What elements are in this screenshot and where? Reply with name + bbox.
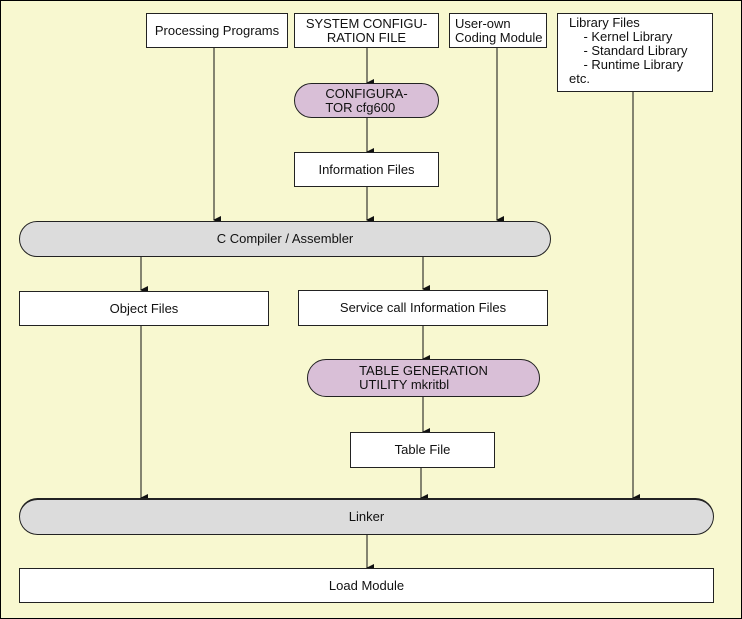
linker-label: Linker (348, 509, 385, 524)
information-files-node: Information Files (294, 152, 439, 187)
configurator-node: CONFIGURA- TOR cfg600 (294, 83, 439, 118)
service-call-info-files-label: Service call Information Files (339, 300, 507, 315)
build-flow-diagram: Processing Programs SYSTEM CONFIGU- RATI… (0, 0, 742, 619)
configurator-label: CONFIGURA- TOR cfg600 (325, 85, 408, 115)
information-files-label: Information Files (318, 161, 415, 177)
c-compiler-node: C Compiler / Assembler (19, 221, 551, 257)
table-generation-utility-label: TABLE GENERATION UTILITY mkritbl (359, 363, 488, 392)
processing-programs-label: Processing Programs (154, 22, 280, 38)
object-files-node: Object Files (19, 291, 269, 326)
linker-node: Linker (19, 498, 714, 535)
table-generation-utility-node: TABLE GENERATION UTILITY mkritbl (307, 359, 540, 397)
library-files-label: Library Files - Kernel Library - Standar… (569, 15, 688, 86)
c-compiler-label: C Compiler / Assembler (216, 231, 354, 246)
library-files-node: Library Files - Kernel Library - Standar… (557, 13, 713, 92)
table-file-node: Table File (350, 432, 495, 468)
object-files-label: Object Files (109, 300, 179, 316)
system-config-file-node: SYSTEM CONFIGU- RATION FILE (294, 13, 439, 48)
user-own-module-label: User-own Coding Module (455, 15, 543, 45)
load-module-label: Load Module (328, 577, 405, 593)
system-config-file-label: SYSTEM CONFIGU- RATION FILE (305, 15, 428, 45)
load-module-node: Load Module (19, 568, 714, 603)
processing-programs-node: Processing Programs (146, 13, 288, 48)
table-file-label: Table File (394, 442, 451, 457)
user-own-module-node: User-own Coding Module (449, 13, 547, 48)
service-call-info-files-node: Service call Information Files (298, 290, 548, 326)
